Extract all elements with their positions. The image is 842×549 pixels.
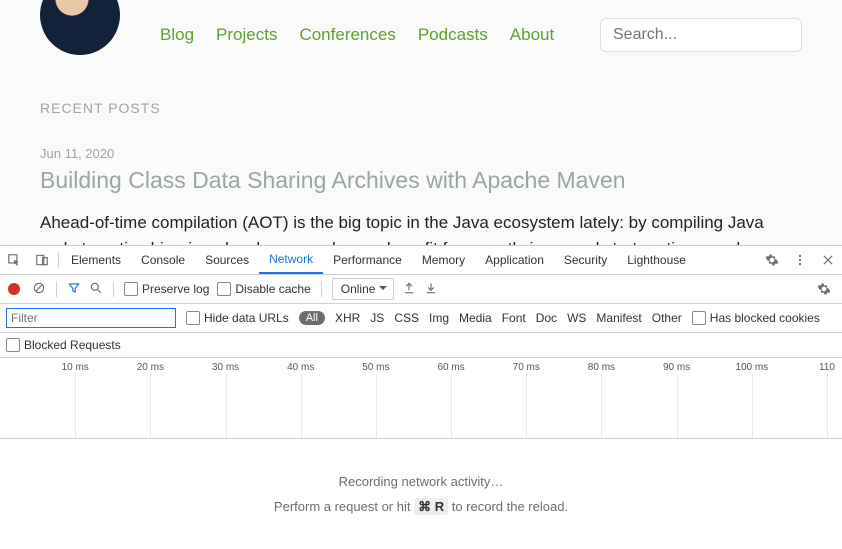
timeline-tick: 70 ms: [513, 362, 540, 373]
filter-icon[interactable]: [67, 281, 81, 298]
timeline-tick: 20 ms: [137, 362, 164, 373]
recording-shortcut: ⌘ R: [414, 498, 448, 515]
filter-type-manifest[interactable]: Manifest: [596, 311, 641, 325]
recording-line2-post: to record the reload.: [448, 499, 568, 514]
filter-type-font[interactable]: Font: [502, 311, 526, 325]
filter-input[interactable]: [6, 308, 176, 328]
filter-type-xhr[interactable]: XHR: [335, 311, 360, 325]
timeline-tick: 110: [819, 362, 835, 373]
recent-posts-label: RECENT POSTS: [40, 100, 802, 116]
timeline-tick: 80 ms: [588, 362, 615, 373]
disable-cache-label: Disable cache: [235, 282, 310, 296]
download-icon[interactable]: [424, 281, 438, 298]
post-date: Jun 11, 2020: [40, 146, 802, 161]
nav-blog[interactable]: Blog: [160, 25, 194, 45]
preserve-log-checkbox[interactable]: Preserve log: [124, 282, 209, 296]
nav-conferences[interactable]: Conferences: [299, 25, 395, 45]
disable-cache-checkbox[interactable]: Disable cache: [217, 282, 310, 296]
settings-icon[interactable]: [758, 246, 786, 274]
timeline-tick: 10 ms: [62, 362, 89, 373]
tab-console[interactable]: Console: [131, 246, 195, 274]
recording-line2: Perform a request or hit ⌘ R to record t…: [274, 499, 568, 515]
hide-data-urls-checkbox[interactable]: Hide data URLs: [186, 311, 289, 325]
has-blocked-cookies-checkbox[interactable]: Has blocked cookies: [692, 311, 820, 325]
filter-type-css[interactable]: CSS: [394, 311, 419, 325]
timeline-tick: 100 ms: [735, 362, 768, 373]
inspect-element-icon[interactable]: [0, 246, 28, 274]
throttling-select[interactable]: Online: [332, 278, 395, 300]
tab-security[interactable]: Security: [554, 246, 617, 274]
nav-projects[interactable]: Projects: [216, 25, 277, 45]
tab-performance[interactable]: Performance: [323, 246, 412, 274]
preserve-log-label: Preserve log: [142, 282, 209, 296]
blocked-requests-label: Blocked Requests: [24, 338, 121, 352]
tab-network[interactable]: Network: [259, 246, 323, 274]
has-blocked-cookies-label: Has blocked cookies: [710, 311, 820, 325]
timeline-tick: 50 ms: [362, 362, 389, 373]
search-input[interactable]: [611, 25, 822, 45]
filter-type-doc[interactable]: Doc: [536, 311, 557, 325]
tab-sources[interactable]: Sources: [195, 246, 259, 274]
nav-podcasts[interactable]: Podcasts: [418, 25, 488, 45]
timeline-tick: 30 ms: [212, 362, 239, 373]
upload-icon[interactable]: [402, 281, 416, 298]
throttling-value: Online: [341, 282, 376, 296]
filter-type-other[interactable]: Other: [652, 311, 682, 325]
network-settings-icon[interactable]: [810, 275, 838, 303]
timeline-tick: 90 ms: [663, 362, 690, 373]
filter-type-ws[interactable]: WS: [567, 311, 586, 325]
post-title[interactable]: Building Class Data Sharing Archives wit…: [40, 167, 802, 194]
main-nav: Blog Projects Conferences Podcasts About: [160, 25, 600, 45]
filter-type-js[interactable]: JS: [370, 311, 384, 325]
avatar[interactable]: [40, 0, 120, 55]
tab-memory[interactable]: Memory: [412, 246, 475, 274]
close-devtools-icon[interactable]: [814, 246, 842, 274]
filter-type-all[interactable]: All: [299, 311, 325, 325]
timeline-tick: 40 ms: [287, 362, 314, 373]
more-icon[interactable]: [786, 246, 814, 274]
recording-message: Recording network activity… Perform a re…: [0, 439, 842, 549]
timeline-tick: 60 ms: [437, 362, 464, 373]
tab-application[interactable]: Application: [475, 246, 554, 274]
tab-elements[interactable]: Elements: [61, 246, 131, 274]
timeline[interactable]: 10 ms 20 ms 30 ms 40 ms 50 ms 60 ms 70 ms 80 ms…: [0, 358, 842, 439]
hide-data-urls-label: Hide data URLs: [204, 311, 289, 325]
nav-about[interactable]: About: [510, 25, 554, 45]
blocked-requests-checkbox[interactable]: Blocked Requests: [6, 338, 121, 352]
devtools-panel: Elements Console Sources Network Perform…: [0, 245, 842, 549]
recording-line2-pre: Perform a request or hit: [274, 499, 414, 514]
tab-lighthouse[interactable]: Lighthouse: [617, 246, 696, 274]
search-box[interactable]: [600, 18, 802, 52]
clear-icon[interactable]: [32, 281, 46, 298]
filter-type-img[interactable]: Img: [429, 311, 449, 325]
record-button[interactable]: [8, 283, 20, 295]
search-network-icon[interactable]: [89, 281, 103, 298]
filter-type-media[interactable]: Media: [459, 311, 492, 325]
device-toolbar-icon[interactable]: [28, 246, 56, 274]
recording-line1: Recording network activity…: [339, 474, 504, 489]
